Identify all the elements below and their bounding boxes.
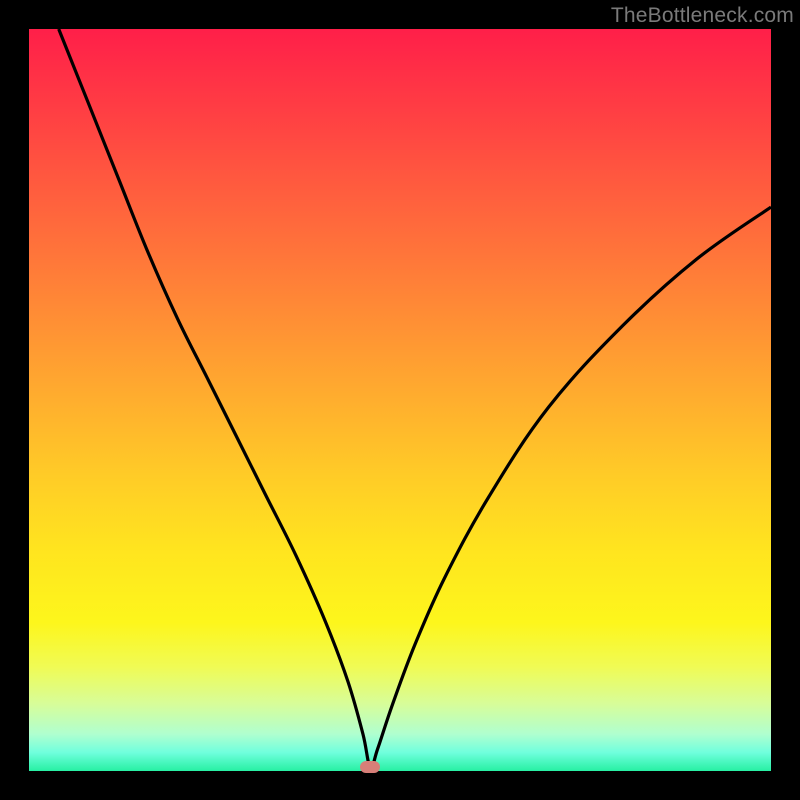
min-marker xyxy=(360,761,380,773)
watermark-text: TheBottleneck.com xyxy=(611,4,794,28)
curve-path xyxy=(59,29,771,768)
bottleneck-curve xyxy=(29,29,771,771)
